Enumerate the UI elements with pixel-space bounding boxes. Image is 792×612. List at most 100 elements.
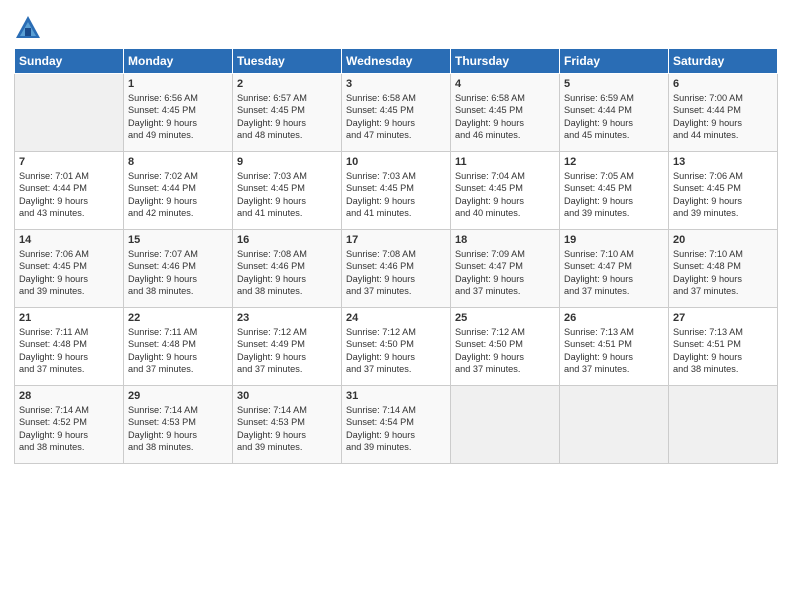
calendar-cell: 31Sunrise: 7:14 AM Sunset: 4:54 PM Dayli… xyxy=(342,386,451,464)
day-info: Sunrise: 7:12 AM Sunset: 4:50 PM Dayligh… xyxy=(346,326,446,376)
calendar-week-4: 21 Sunrise: 7:11 AM Sunset: 4:48 PM Dayli… xyxy=(15,308,778,386)
day-info: Sunrise: 7:05 AM Sunset: 4:45 PM Dayligh… xyxy=(564,170,664,220)
day-info: Sunrise: 7:10 AM Sunset: 4:47 PM Dayligh… xyxy=(564,248,664,298)
day-number: 13 xyxy=(673,156,773,168)
weekday-header-thursday: Thursday xyxy=(451,49,560,74)
calendar-body: 1 Sunrise: 6:56 AM Sunset: 4:45 PM Daylig… xyxy=(15,74,778,464)
day-number: 9 xyxy=(237,156,337,168)
day-number: 27 xyxy=(673,312,773,324)
calendar-cell: 22 Sunrise: 7:11 AM Sunset: 4:48 PM Dayli… xyxy=(124,308,233,386)
day-info: Sunrise: 6:56 AM Sunset: 4:45 PM Dayligh… xyxy=(128,92,228,142)
day-info: Sunrise: 7:08 AM Sunset: 4:46 PM Dayligh… xyxy=(346,248,446,298)
logo xyxy=(14,14,45,42)
day-number: 25 xyxy=(455,312,555,324)
calendar-cell: 30Sunrise: 7:14 AM Sunset: 4:53 PM Dayli… xyxy=(233,386,342,464)
day-info: Sunrise: 7:06 AM Sunset: 4:45 PM Dayligh… xyxy=(673,170,773,220)
day-info: Sunrise: 7:12 AM Sunset: 4:49 PM Dayligh… xyxy=(237,326,337,376)
day-number: 22 xyxy=(128,312,228,324)
day-info: Sunrise: 7:08 AM Sunset: 4:46 PM Dayligh… xyxy=(237,248,337,298)
calendar-cell: 12Sunrise: 7:05 AM Sunset: 4:45 PM Dayli… xyxy=(560,152,669,230)
weekday-header-tuesday: Tuesday xyxy=(233,49,342,74)
calendar-cell: 26 Sunrise: 7:13 AM Sunset: 4:51 PM Dayli… xyxy=(560,308,669,386)
calendar-cell: 10 Sunrise: 7:03 AM Sunset: 4:45 PM Dayli… xyxy=(342,152,451,230)
calendar-cell: 29 Sunrise: 7:14 AM Sunset: 4:53 PM Dayli… xyxy=(124,386,233,464)
calendar-cell: 7 Sunrise: 7:01 AM Sunset: 4:44 PM Daylig… xyxy=(15,152,124,230)
calendar-cell: 5Sunrise: 6:59 AM Sunset: 4:44 PM Daylig… xyxy=(560,74,669,152)
day-info: Sunrise: 7:09 AM Sunset: 4:47 PM Dayligh… xyxy=(455,248,555,298)
day-number: 28 xyxy=(19,390,119,402)
calendar-cell: 17 Sunrise: 7:08 AM Sunset: 4:46 PM Dayli… xyxy=(342,230,451,308)
day-info: Sunrise: 7:02 AM Sunset: 4:44 PM Dayligh… xyxy=(128,170,228,220)
day-number: 17 xyxy=(346,234,446,246)
calendar-cell: 18 Sunrise: 7:09 AM Sunset: 4:47 PM Dayli… xyxy=(451,230,560,308)
day-number: 24 xyxy=(346,312,446,324)
day-number: 26 xyxy=(564,312,664,324)
day-number: 4 xyxy=(455,78,555,90)
day-info: Sunrise: 7:11 AM Sunset: 4:48 PM Dayligh… xyxy=(19,326,119,376)
weekday-header-friday: Friday xyxy=(560,49,669,74)
day-number: 21 xyxy=(19,312,119,324)
calendar-cell: 19Sunrise: 7:10 AM Sunset: 4:47 PM Dayli… xyxy=(560,230,669,308)
calendar-cell xyxy=(451,386,560,464)
day-number: 18 xyxy=(455,234,555,246)
day-number: 6 xyxy=(673,78,773,90)
day-number: 11 xyxy=(455,156,555,168)
calendar-cell: 24 Sunrise: 7:12 AM Sunset: 4:50 PM Dayli… xyxy=(342,308,451,386)
day-info: Sunrise: 7:13 AM Sunset: 4:51 PM Dayligh… xyxy=(564,326,664,376)
calendar-cell: 4 Sunrise: 6:58 AM Sunset: 4:45 PM Daylig… xyxy=(451,74,560,152)
calendar-week-1: 1 Sunrise: 6:56 AM Sunset: 4:45 PM Daylig… xyxy=(15,74,778,152)
day-info: Sunrise: 7:06 AM Sunset: 4:45 PM Dayligh… xyxy=(19,248,119,298)
calendar-week-5: 28 Sunrise: 7:14 AM Sunset: 4:52 PM Dayli… xyxy=(15,386,778,464)
day-info: Sunrise: 7:10 AM Sunset: 4:48 PM Dayligh… xyxy=(673,248,773,298)
day-number: 8 xyxy=(128,156,228,168)
page: SundayMondayTuesdayWednesdayThursdayFrid… xyxy=(0,0,792,612)
logo-icon xyxy=(14,14,42,42)
weekday-header-monday: Monday xyxy=(124,49,233,74)
weekday-row: SundayMondayTuesdayWednesdayThursdayFrid… xyxy=(15,49,778,74)
header xyxy=(14,10,778,42)
weekday-header-wednesday: Wednesday xyxy=(342,49,451,74)
day-info: Sunrise: 6:59 AM Sunset: 4:44 PM Dayligh… xyxy=(564,92,664,142)
day-info: Sunrise: 7:14 AM Sunset: 4:53 PM Dayligh… xyxy=(237,404,337,454)
calendar-cell: 13 Sunrise: 7:06 AM Sunset: 4:45 PM Dayli… xyxy=(669,152,778,230)
calendar-cell: 15 Sunrise: 7:07 AM Sunset: 4:46 PM Dayli… xyxy=(124,230,233,308)
calendar-cell: 9 Sunrise: 7:03 AM Sunset: 4:45 PM Daylig… xyxy=(233,152,342,230)
day-number: 29 xyxy=(128,390,228,402)
calendar-cell: 21 Sunrise: 7:11 AM Sunset: 4:48 PM Dayli… xyxy=(15,308,124,386)
calendar-cell: 28 Sunrise: 7:14 AM Sunset: 4:52 PM Dayli… xyxy=(15,386,124,464)
day-info: Sunrise: 7:04 AM Sunset: 4:45 PM Dayligh… xyxy=(455,170,555,220)
calendar-cell: 11 Sunrise: 7:04 AM Sunset: 4:45 PM Dayli… xyxy=(451,152,560,230)
day-info: Sunrise: 7:03 AM Sunset: 4:45 PM Dayligh… xyxy=(346,170,446,220)
day-number: 1 xyxy=(128,78,228,90)
day-info: Sunrise: 6:58 AM Sunset: 4:45 PM Dayligh… xyxy=(455,92,555,142)
day-info: Sunrise: 6:58 AM Sunset: 4:45 PM Dayligh… xyxy=(346,92,446,142)
calendar-cell: 20Sunrise: 7:10 AM Sunset: 4:48 PM Dayli… xyxy=(669,230,778,308)
day-number: 16 xyxy=(237,234,337,246)
calendar-cell: 23 Sunrise: 7:12 AM Sunset: 4:49 PM Dayli… xyxy=(233,308,342,386)
day-info: Sunrise: 7:14 AM Sunset: 4:53 PM Dayligh… xyxy=(128,404,228,454)
calendar-header: SundayMondayTuesdayWednesdayThursdayFrid… xyxy=(15,49,778,74)
day-info: Sunrise: 7:12 AM Sunset: 4:50 PM Dayligh… xyxy=(455,326,555,376)
day-number: 14 xyxy=(19,234,119,246)
weekday-header-saturday: Saturday xyxy=(669,49,778,74)
calendar-cell: 27Sunrise: 7:13 AM Sunset: 4:51 PM Dayli… xyxy=(669,308,778,386)
day-info: Sunrise: 7:01 AM Sunset: 4:44 PM Dayligh… xyxy=(19,170,119,220)
calendar-cell: 6 Sunrise: 7:00 AM Sunset: 4:44 PM Daylig… xyxy=(669,74,778,152)
calendar-cell: 16 Sunrise: 7:08 AM Sunset: 4:46 PM Dayli… xyxy=(233,230,342,308)
day-number: 7 xyxy=(19,156,119,168)
day-number: 2 xyxy=(237,78,337,90)
calendar-cell xyxy=(560,386,669,464)
calendar-week-3: 14 Sunrise: 7:06 AM Sunset: 4:45 PM Dayli… xyxy=(15,230,778,308)
day-info: Sunrise: 7:11 AM Sunset: 4:48 PM Dayligh… xyxy=(128,326,228,376)
calendar-cell xyxy=(15,74,124,152)
day-number: 23 xyxy=(237,312,337,324)
day-info: Sunrise: 7:00 AM Sunset: 4:44 PM Dayligh… xyxy=(673,92,773,142)
day-info: Sunrise: 7:14 AM Sunset: 4:52 PM Dayligh… xyxy=(19,404,119,454)
calendar-cell: 1 Sunrise: 6:56 AM Sunset: 4:45 PM Daylig… xyxy=(124,74,233,152)
day-number: 15 xyxy=(128,234,228,246)
day-number: 3 xyxy=(346,78,446,90)
day-info: Sunrise: 7:03 AM Sunset: 4:45 PM Dayligh… xyxy=(237,170,337,220)
day-number: 10 xyxy=(346,156,446,168)
day-info: Sunrise: 7:07 AM Sunset: 4:46 PM Dayligh… xyxy=(128,248,228,298)
day-number: 31 xyxy=(346,390,446,402)
